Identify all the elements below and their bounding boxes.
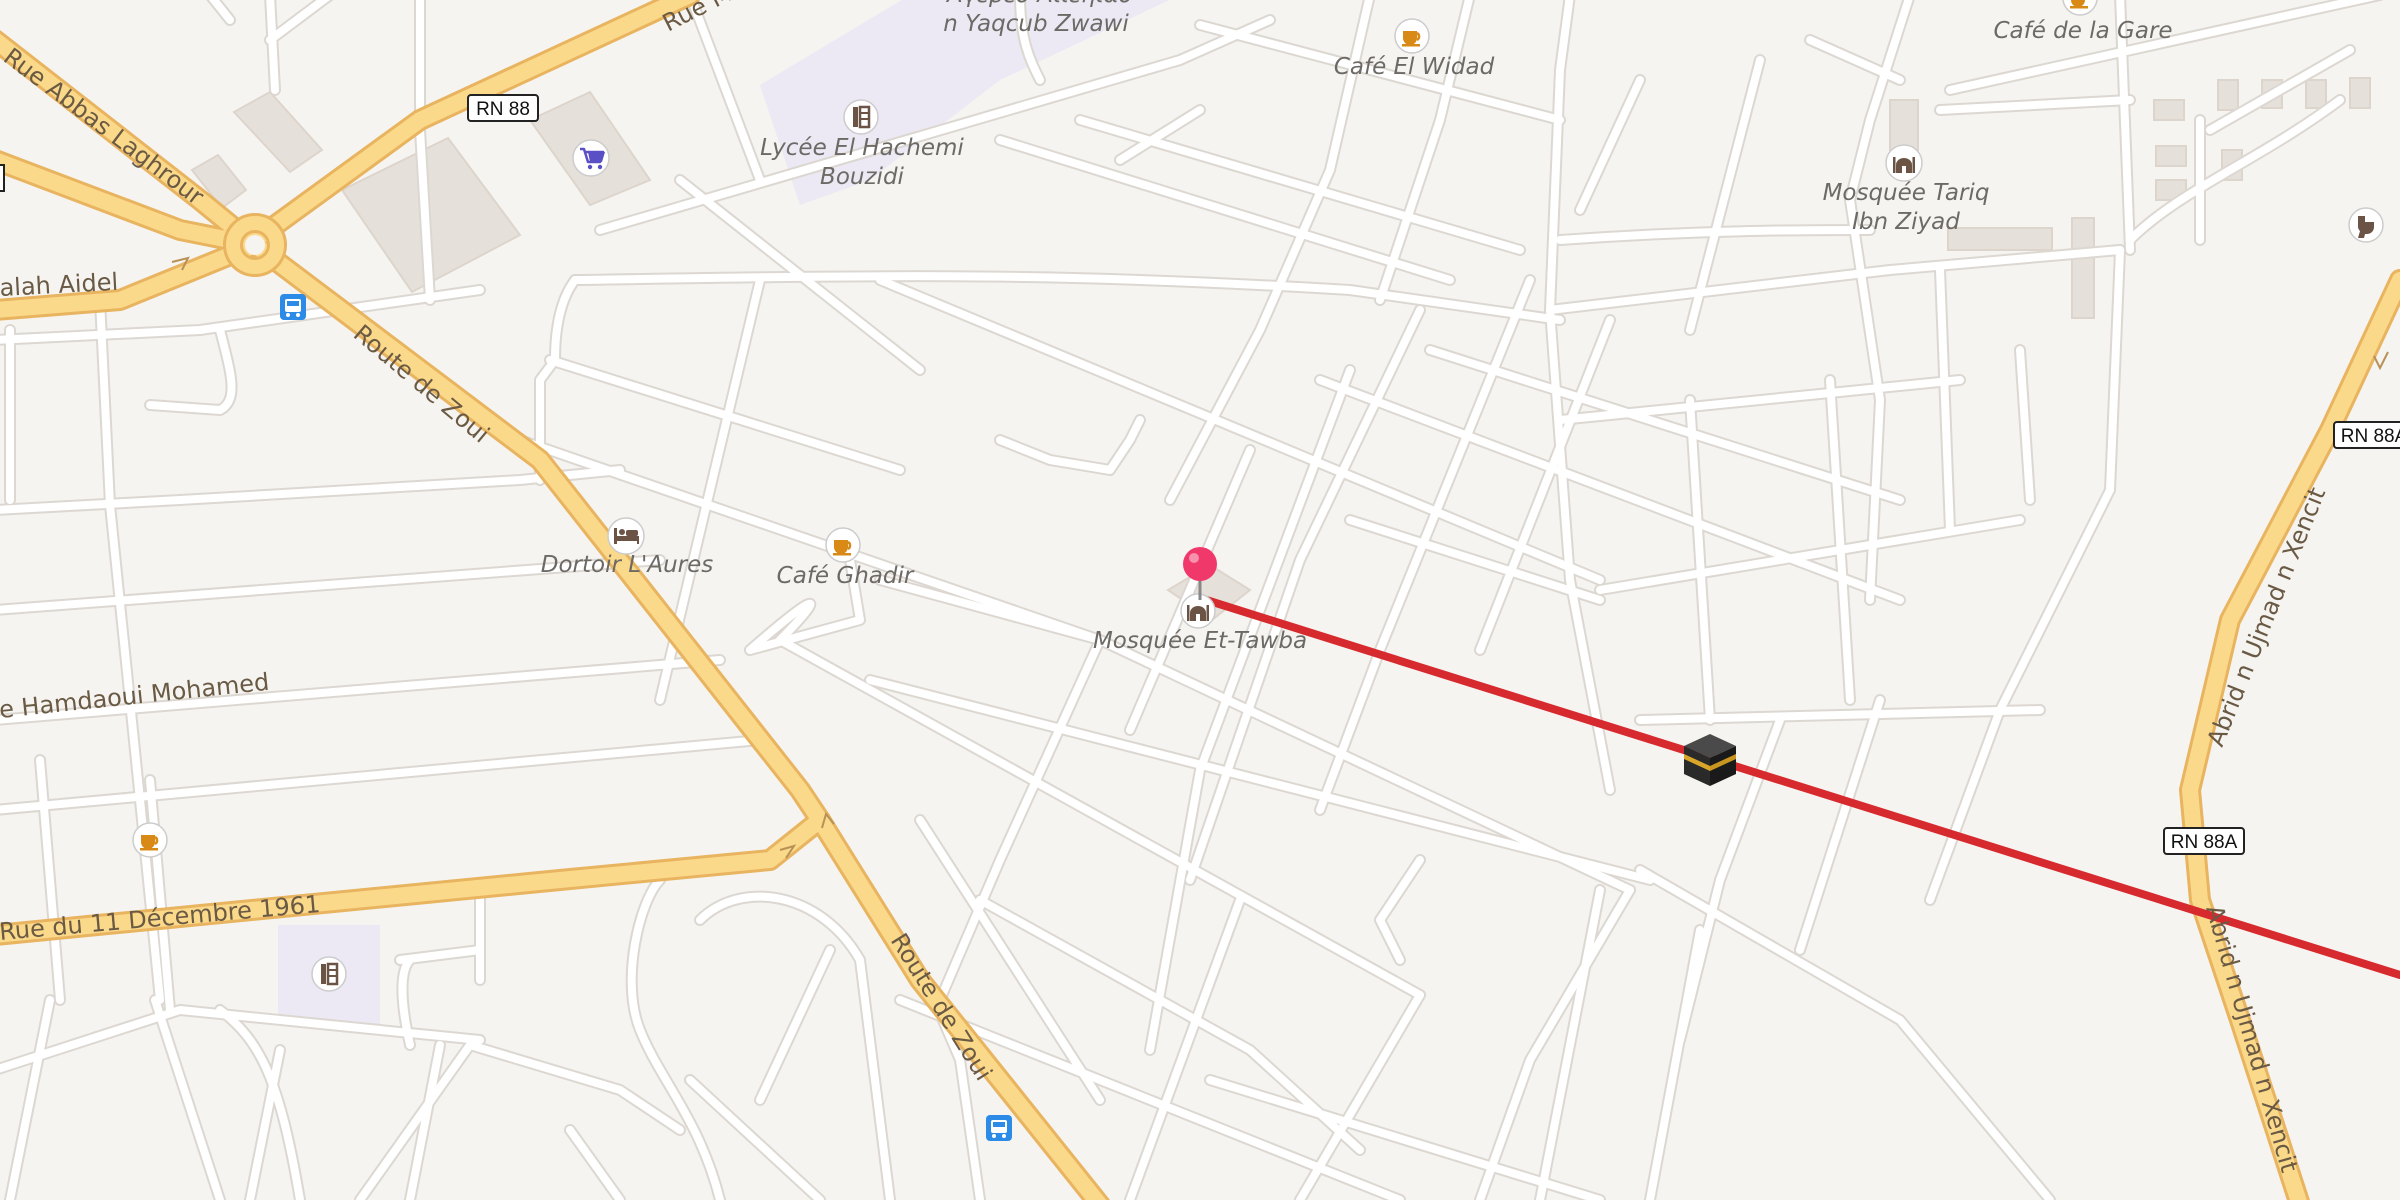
svg-text:RN 88A: RN 88A [2171, 832, 2238, 853]
svg-text:RN 88A: RN 88A [2341, 426, 2400, 447]
mosque-icon[interactable] [1180, 593, 1216, 629]
cafe-icon[interactable] [1394, 18, 1430, 54]
toilet-icon[interactable] [2348, 207, 2384, 243]
hotel-icon[interactable] [607, 517, 645, 555]
mosque-icon[interactable] [1885, 144, 1923, 182]
poi-label-cafe-ghadir: Café Ghadir [777, 563, 915, 589]
poi-label-school-top-line1: Λγεβεδ Λιιεηιαδ [945, 0, 1133, 8]
poi-label-mosquee-ettawba: Mosquée Et-Tawba [1093, 628, 1307, 654]
poi-label-lycee-line2: Bouzidi [820, 164, 904, 190]
poi-label-cafe-el-widad: Café El Widad [1334, 54, 1495, 80]
poi-label-mosquee-tariq-line2: Ibn Ziyad [1852, 209, 1960, 235]
svg-text:RN 88: RN 88 [476, 99, 530, 120]
road-shield-rn88a-right: RN 88A [2333, 421, 2400, 449]
poi-label-lycee-line1: Lycée El Hachemi [760, 135, 964, 161]
poi-label-mosquee-tariq-line1: Mosquée Tariq [1823, 180, 1990, 206]
roundabout-center [245, 235, 265, 255]
bus-stop-icon[interactable] [280, 294, 306, 320]
school-icon[interactable] [311, 956, 347, 992]
bus-stop-icon[interactable] [986, 1115, 1012, 1141]
poi-label-dortoir: Dortoir L'Aures [541, 552, 714, 578]
road-shield-clipped [0, 164, 5, 192]
poi-label-cafe-de-la-gare: Café de la Gare [1993, 18, 2172, 44]
road-shield-rn88: RN 88 [467, 94, 539, 122]
poi-label-school-top-line2: n Yaqcub Zwawi [943, 11, 1129, 37]
shopping-cart-icon[interactable] [572, 139, 610, 177]
map-canvas[interactable]: Rue M Rue Abbas Laghrour alah Aidel Rout… [0, 0, 2400, 1200]
cafe-icon[interactable] [825, 527, 861, 563]
cafe-icon[interactable] [132, 822, 168, 858]
road-shield-rn88a: RN 88A [2163, 827, 2245, 855]
school-icon[interactable] [843, 99, 879, 135]
